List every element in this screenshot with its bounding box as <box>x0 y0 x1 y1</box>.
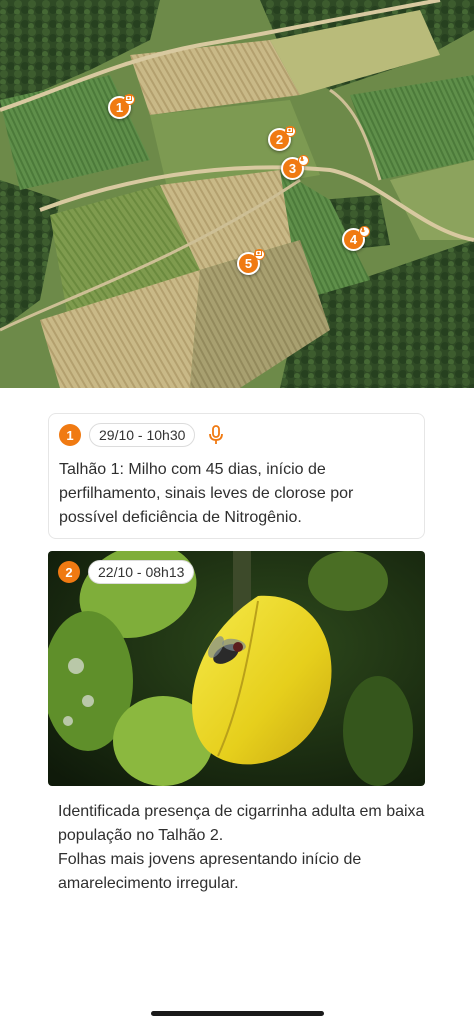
home-indicator[interactable] <box>151 1011 324 1016</box>
satellite-image <box>0 0 474 388</box>
microphone-icon[interactable] <box>206 424 226 446</box>
note-date-text: 22/10 - 08h13 <box>98 564 185 580</box>
note-photo-2[interactable]: 2 22/10 - 08h13 <box>48 551 425 786</box>
note-number: 2 <box>65 564 73 580</box>
map-pin-number: 1 <box>115 100 124 115</box>
satellite-map[interactable]: 1 2 3 4 5 <box>0 0 474 388</box>
note-text: Talhão 1: Milho com 45 dias, início de p… <box>59 461 354 526</box>
note-number: 1 <box>66 427 74 443</box>
note-date: 29/10 - 10h30 <box>89 423 196 447</box>
map-pin-number: 5 <box>244 256 253 271</box>
note-text: Identificada presença de cigarrinha adul… <box>58 803 425 892</box>
microphone-icon <box>359 226 370 237</box>
note-card-1[interactable]: 1 29/10 - 10h30 Talhão 1: Milho com 45 d… <box>48 413 425 539</box>
photo-icon <box>285 126 296 137</box>
note-date: 22/10 - 08h13 <box>88 560 195 584</box>
leaf-photo <box>48 551 425 786</box>
photo-icon <box>124 94 135 105</box>
microphone-icon <box>298 155 309 166</box>
photo-icon <box>254 249 265 260</box>
map-pin-number: 4 <box>349 232 358 247</box>
map-pin-number: 3 <box>288 161 297 176</box>
note-date-text: 29/10 - 10h30 <box>99 427 186 443</box>
note-number-badge: 1 <box>59 424 81 446</box>
note-number-badge: 2 <box>58 561 80 583</box>
map-pin-number: 2 <box>275 132 284 147</box>
